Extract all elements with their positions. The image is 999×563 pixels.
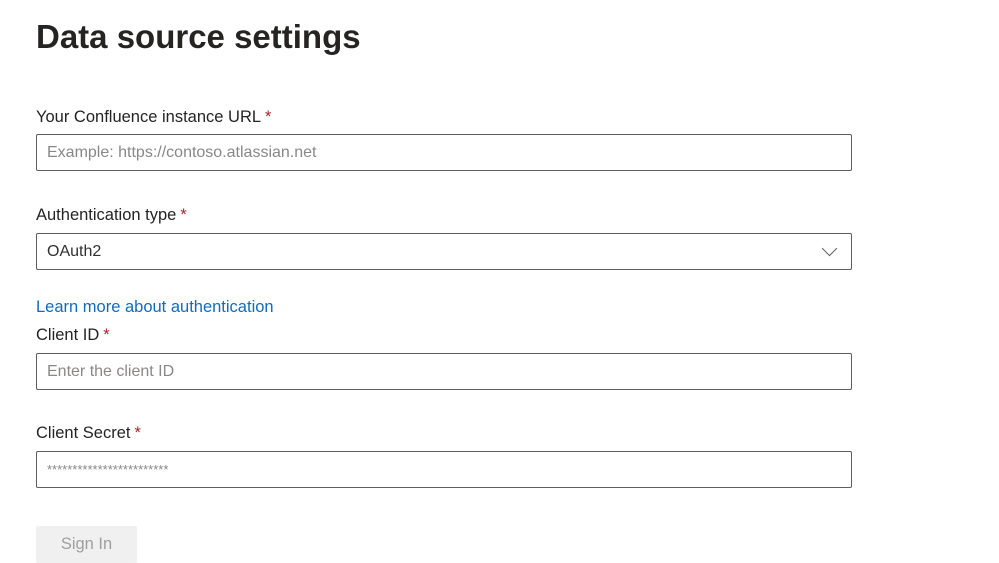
client-id-input[interactable] (37, 354, 851, 389)
client-secret-label: Client Secret * (36, 424, 141, 443)
auth-type-dropdown[interactable]: OAuth2 (36, 233, 852, 270)
url-input[interactable] (37, 135, 851, 170)
client-secret-label-text: Client Secret (36, 424, 131, 442)
auth-type-label: Authentication type * (36, 206, 187, 225)
client-id-label: Client ID * (36, 326, 110, 345)
url-label: Your Confluence instance URL * (36, 108, 271, 127)
page-title: Data source settings (36, 18, 361, 55)
url-label-text: Your Confluence instance URL (36, 108, 262, 126)
client-id-field[interactable] (36, 353, 852, 390)
client-secret-field[interactable] (36, 451, 852, 488)
sign-in-button[interactable]: Sign In (36, 526, 137, 563)
required-marker: * (103, 326, 110, 344)
auth-type-value: OAuth2 (47, 242, 102, 260)
chevron-down-icon (821, 240, 838, 257)
required-marker: * (180, 206, 187, 224)
required-marker: * (265, 108, 272, 126)
auth-type-label-text: Authentication type (36, 206, 177, 224)
required-marker: * (134, 424, 141, 442)
url-field[interactable] (36, 134, 852, 171)
client-id-label-text: Client ID (36, 326, 100, 344)
learn-more-auth-link[interactable]: Learn more about authentication (36, 298, 274, 317)
client-secret-input[interactable] (37, 452, 851, 487)
